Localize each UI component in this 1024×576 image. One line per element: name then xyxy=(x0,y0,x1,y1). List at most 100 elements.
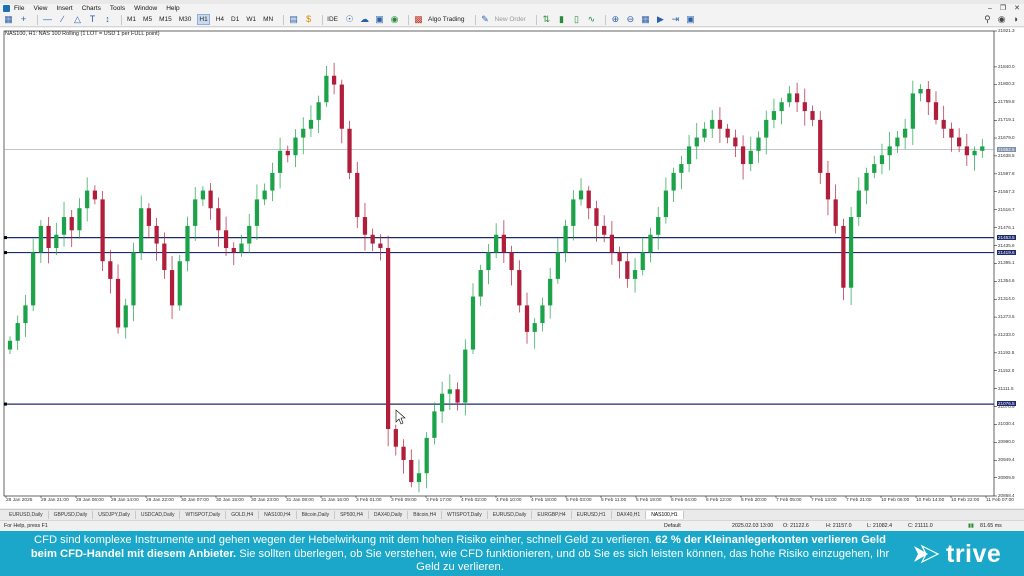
timeframe-h1[interactable]: H1 xyxy=(197,14,210,25)
chart-tab[interactable]: USDCAD,Daily xyxy=(136,511,181,519)
chart-shift-icon[interactable]: ⇥ xyxy=(670,14,681,25)
autoscroll-icon[interactable]: ▶ xyxy=(655,14,666,25)
status-datetime: 2025.02.03 13:00 xyxy=(732,523,774,529)
timeframe-d1[interactable]: D1 xyxy=(230,15,240,24)
chart-tab[interactable]: EURUSD,Daily xyxy=(4,511,49,519)
candle-body xyxy=(355,172,360,218)
app-icon xyxy=(3,5,10,12)
chart-tab[interactable]: GOLD,H4 xyxy=(226,511,260,519)
menu-tools[interactable]: Tools xyxy=(110,5,125,12)
candle-body xyxy=(108,261,113,279)
timeframe-mn[interactable]: MN xyxy=(262,15,274,24)
timeframe-m30[interactable]: M30 xyxy=(178,15,193,24)
chart-tab[interactable]: EURUSD,Daily xyxy=(488,511,533,519)
candle-body xyxy=(818,119,823,173)
toolbar: ▦ + — ∕ △ T ↕ M1 M5 M15 M30 H1 H4 D1 W1 … xyxy=(0,13,1024,27)
menu-help[interactable]: Help xyxy=(166,5,179,12)
market-icon[interactable]: ◉ xyxy=(389,14,400,25)
horizontal-line-icon[interactable]: — xyxy=(42,14,53,25)
candle-body xyxy=(540,305,545,324)
chart-tab[interactable]: EURUSD,H1 xyxy=(572,511,612,519)
menu-view[interactable]: View xyxy=(33,5,47,12)
price-chart[interactable]: NAS100, H1: NAS 100 Rolling (1 LOT = USD… xyxy=(0,28,1024,508)
chart-tab[interactable]: DAX40,Daily xyxy=(369,511,409,519)
timeframe-h4[interactable]: H4 xyxy=(215,15,225,24)
toolbar-separator xyxy=(408,14,410,25)
level-tag: 21419.6 xyxy=(997,249,1016,255)
vps-icon[interactable]: ▣ xyxy=(374,14,385,25)
connection-icon: ▮▮ xyxy=(968,523,974,529)
price-label: 21476.1 xyxy=(998,224,1015,230)
menu-window[interactable]: Window xyxy=(134,5,157,12)
shapes-icon[interactable]: △ xyxy=(72,14,83,25)
menu-insert[interactable]: Insert xyxy=(56,5,72,12)
price-label: 21516.7 xyxy=(998,206,1015,212)
new-order-button[interactable]: New Order xyxy=(495,16,526,23)
chart-canvas[interactable] xyxy=(0,28,1024,508)
minimize-icon[interactable]: – xyxy=(988,5,992,12)
coin-icon[interactable]: $ xyxy=(303,14,314,25)
search-icon[interactable]: ⚲ xyxy=(984,14,991,25)
chart-tab[interactable]: WTISPOT,Daily xyxy=(180,511,227,519)
candle-body xyxy=(15,323,20,341)
crosshair-icon[interactable]: + xyxy=(18,14,29,25)
timeframe-m1[interactable]: M1 xyxy=(126,15,137,24)
candle-body xyxy=(285,150,290,156)
time-label: 7 Feb 13:00 xyxy=(811,498,837,503)
time-label: 10 Feb 06:00 xyxy=(881,498,910,503)
line-chart-icon[interactable]: ∿ xyxy=(586,14,597,25)
risk-disclaimer-banner: CFD sind komplexe Instrumente und gehen … xyxy=(0,531,1024,576)
toolbar-separator xyxy=(322,14,324,25)
new-order-icon[interactable]: ✎ xyxy=(480,14,491,25)
chart-tab[interactable]: EURGBP,H4 xyxy=(532,511,572,519)
signal-icon[interactable]: ☉ xyxy=(344,14,355,25)
account-icon[interactable]: ◉ xyxy=(998,14,1006,25)
chart-tab[interactable]: Bitcoin,Daily xyxy=(297,511,336,519)
zoom-in-icon[interactable]: ⊕ xyxy=(610,14,621,25)
candle-body xyxy=(339,84,344,129)
algo-trading-icon[interactable]: ▩ xyxy=(413,14,424,25)
level-anchor xyxy=(4,236,7,240)
ide-button[interactable]: IDE xyxy=(327,16,338,23)
restore-icon[interactable]: ❐ xyxy=(1000,4,1006,12)
cloud-icon[interactable]: ☁ xyxy=(359,14,370,25)
candlestick-icon[interactable]: ▯ xyxy=(571,14,582,25)
candle-body xyxy=(895,137,900,147)
menu-charts[interactable]: Charts xyxy=(82,5,101,12)
grid-icon[interactable]: ▦ xyxy=(640,14,651,25)
chart-tab[interactable]: DAX40,H1 xyxy=(612,511,647,519)
chart-tab[interactable]: Bitcoin,H4 xyxy=(408,511,443,519)
depth-of-market-icon[interactable]: ⇅ xyxy=(541,14,552,25)
menu-file[interactable]: File xyxy=(14,5,24,12)
close-icon[interactable]: ✕ xyxy=(1014,4,1020,12)
chart-tab[interactable]: NAS100,H1 xyxy=(646,511,684,519)
arrows-icon[interactable]: ↕ xyxy=(102,14,113,25)
chart-tab[interactable]: WTISPOT,Daily xyxy=(442,511,488,519)
chart-tab[interactable]: USDJPY,Daily xyxy=(93,511,136,519)
metaquotes-icon[interactable]: ◑ xyxy=(1013,14,1018,25)
text-icon[interactable]: T xyxy=(87,14,98,25)
timeframe-w1[interactable]: W1 xyxy=(245,15,257,24)
new-chart-icon[interactable]: ▦ xyxy=(3,14,14,25)
status-low: L: 21082.4 xyxy=(867,523,893,529)
algo-trading-button[interactable]: Algo Trading xyxy=(428,16,465,23)
trend-line-icon[interactable]: ∕ xyxy=(57,14,68,25)
timeframe-m5[interactable]: M5 xyxy=(142,15,153,24)
chart-type-icon[interactable]: ▤ xyxy=(288,14,299,25)
bar-chart-icon[interactable]: ▮ xyxy=(556,14,567,25)
chart-tab[interactable]: GBPUSD,Daily xyxy=(49,511,94,519)
candle-body xyxy=(702,128,707,138)
candle-body xyxy=(779,102,784,112)
chart-header: NAS100, H1: NAS 100 Rolling (1 LOT = USD… xyxy=(5,31,160,37)
timeframe-m15[interactable]: M15 xyxy=(158,15,173,24)
time-label: 31 Jan 16:00 xyxy=(321,498,349,503)
candle-body xyxy=(239,243,244,253)
status-close: C: 21111.0 xyxy=(908,523,933,529)
zoom-out-icon[interactable]: ⊖ xyxy=(625,14,636,25)
chart-tab[interactable]: NAS100,H4 xyxy=(259,511,297,519)
screenshot-icon[interactable]: ▣ xyxy=(685,14,696,25)
chart-tab[interactable]: SP500,H4 xyxy=(335,511,369,519)
status-profile: Default xyxy=(664,523,681,529)
candle-body xyxy=(247,225,252,244)
candle-body xyxy=(293,137,298,156)
